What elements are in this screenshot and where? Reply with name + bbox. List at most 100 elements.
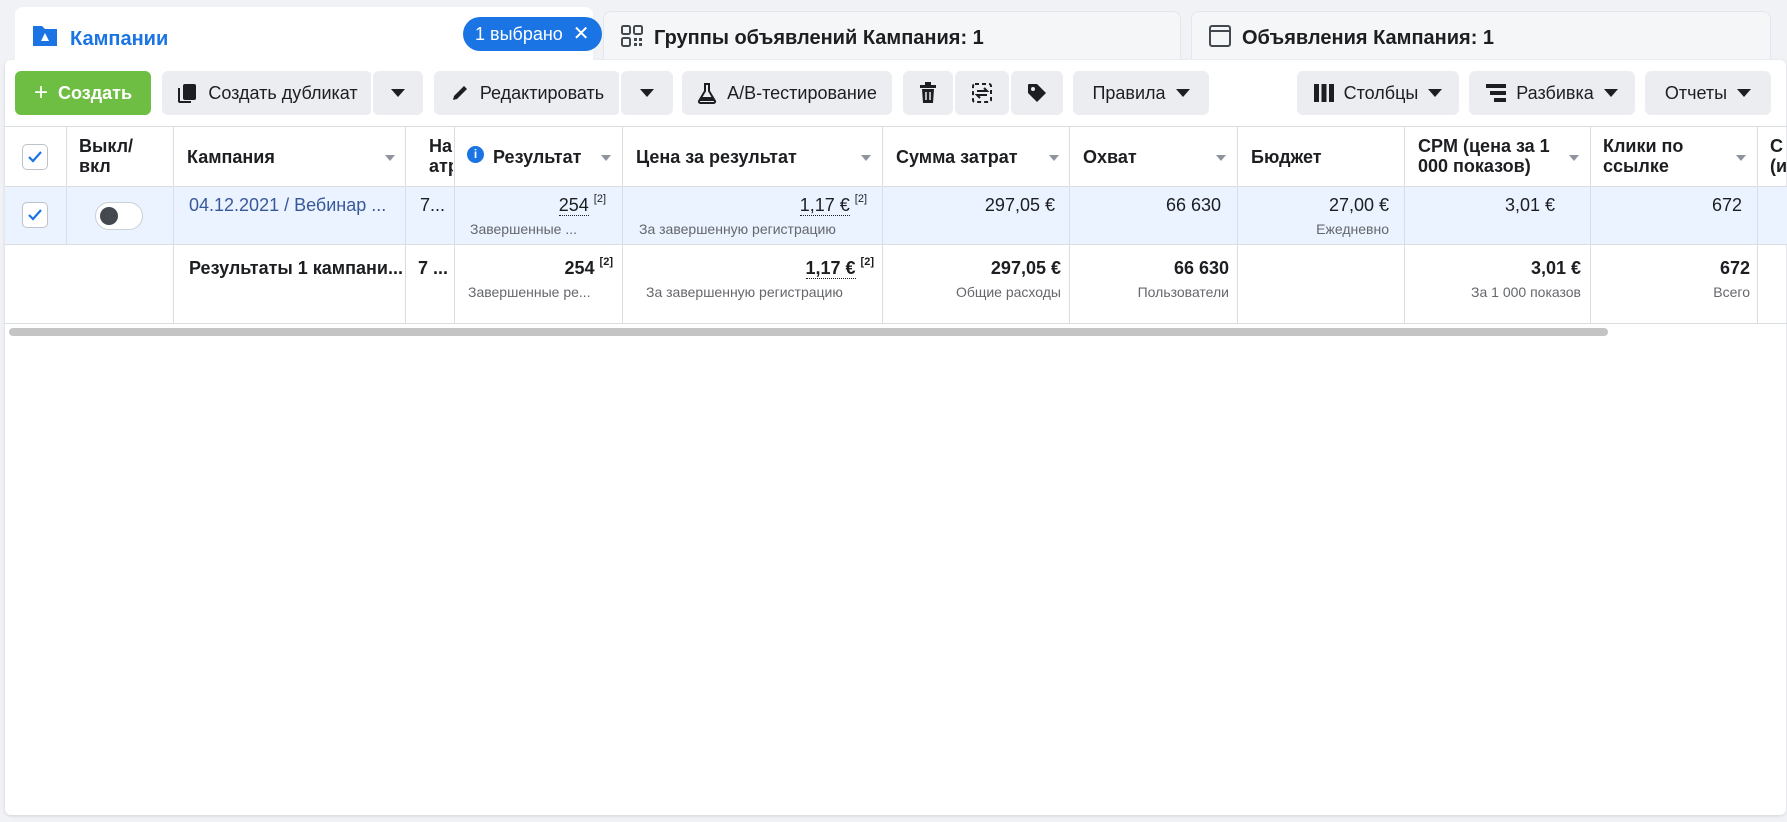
header-next-column[interactable]: С (и	[1770, 136, 1786, 176]
compare-button[interactable]	[955, 71, 1009, 115]
row-result-footnote: [2]	[593, 193, 606, 205]
summary-cost: 1,17 € [2]	[805, 256, 874, 279]
summary-label: Результаты 1 кампани...	[189, 258, 403, 278]
ab-test-label: A/B-тестирование	[727, 82, 877, 103]
campaign-status-toggle[interactable]	[95, 202, 143, 230]
sort-caret-icon[interactable]	[1569, 155, 1579, 161]
summary-cpm: 3,01 €	[1530, 258, 1581, 278]
horizontal-scrollbar[interactable]	[9, 328, 1608, 336]
row-cost-footnote: [2]	[854, 193, 867, 205]
reports-button[interactable]: Отчеты	[1645, 71, 1771, 115]
breakdown-icon	[1486, 84, 1507, 102]
duplicate-icon	[178, 84, 197, 103]
header-cpm[interactable]: CPM (цена за 1 000 показов)	[1418, 136, 1550, 176]
edit-button[interactable]: Редактировать	[434, 71, 620, 115]
header-cost-per-result[interactable]: Цена за результат	[636, 147, 797, 167]
header-attr-line1: На	[429, 136, 453, 156]
summary-reach: 66 630	[1173, 258, 1229, 278]
header-toggle-line1: Выкл/	[79, 136, 134, 156]
delete-button[interactable]	[903, 71, 953, 115]
row-divider	[5, 244, 1787, 245]
duplicate-button[interactable]: Создать дубликат	[162, 71, 372, 115]
row-checkbox[interactable]	[22, 202, 48, 228]
selected-count-pill[interactable]: 1 выбрано ✕	[463, 17, 602, 51]
row-budget[interactable]: 27,00 €	[1329, 195, 1389, 216]
sort-caret-icon[interactable]	[861, 155, 871, 161]
chevron-down-icon	[640, 89, 654, 97]
campaign-name-link[interactable]: 04.12.2021 / Вебинар ...	[189, 195, 386, 216]
row-cost-value: 1,17 €	[799, 195, 850, 216]
tab-campaigns[interactable]: Кампании 1 выбрано ✕	[15, 7, 602, 67]
plus-icon: +	[33, 79, 48, 106]
col-divider	[173, 126, 174, 323]
info-icon[interactable]: i	[467, 146, 484, 163]
summary-result: 254 [2]	[565, 256, 614, 279]
header-divider	[5, 186, 1787, 187]
header-attribution[interactable]: На атр	[429, 136, 453, 176]
header-result[interactable]: Результат	[493, 147, 581, 167]
header-link-clicks[interactable]: Клики по ссылке	[1603, 136, 1683, 176]
col-divider	[1404, 126, 1405, 323]
check-icon	[28, 151, 42, 163]
row-result: 254 [2]	[558, 193, 606, 216]
header-attr-line2: атр	[429, 156, 453, 176]
summary-cpm-sub: За 1 000 показов	[1471, 284, 1581, 300]
trash-icon	[920, 82, 936, 103]
row-link-clicks: 672	[1711, 195, 1742, 215]
breakdown-label: Разбивка	[1516, 82, 1594, 103]
summary-result-footnote: [2]	[599, 256, 613, 268]
summary-link-clicks-sub: Всего	[1713, 284, 1750, 300]
sort-caret-icon[interactable]	[1216, 155, 1226, 161]
row-attribution: 7...	[420, 195, 446, 215]
header-campaign[interactable]: Кампания	[187, 147, 275, 167]
header-next-line2: (и	[1770, 156, 1786, 176]
summary-result-sub: Завершенные ре...	[468, 284, 591, 300]
col-divider	[1069, 126, 1070, 323]
summary-cost-footnote: [2]	[860, 256, 874, 268]
sort-caret-icon[interactable]	[385, 155, 395, 161]
select-all-checkbox[interactable]	[22, 144, 48, 170]
header-spend[interactable]: Сумма затрат	[896, 147, 1018, 167]
sort-caret-icon[interactable]	[1736, 155, 1746, 161]
chevron-down-icon	[1603, 89, 1618, 97]
col-divider	[882, 126, 883, 323]
tag-button[interactable]	[1011, 71, 1063, 115]
col-divider	[454, 126, 455, 323]
sort-caret-icon[interactable]	[1049, 155, 1059, 161]
row-result-sub: Завершенные ...	[470, 221, 577, 237]
edit-menu-button[interactable]	[621, 71, 673, 115]
header-clicks-line2: ссылке	[1603, 156, 1669, 176]
duplicate-menu-button[interactable]	[373, 71, 423, 115]
row-cost-sub: За завершенную регистрацию	[639, 221, 836, 237]
summary-reach-sub: Пользователи	[1137, 284, 1229, 300]
header-clicks-line1: Клики по	[1603, 136, 1684, 156]
table-bottom-border	[5, 323, 1787, 324]
col-divider	[1757, 126, 1758, 323]
row-budget-sub: Ежедневно	[1316, 221, 1389, 237]
header-toggle-line2: вкл	[79, 156, 111, 176]
columns-button[interactable]: Столбцы	[1297, 71, 1459, 115]
tab-ads[interactable]: Объявления Кампания: 1	[1191, 11, 1771, 59]
swap-icon	[972, 83, 992, 103]
duplicate-label: Создать дубликат	[208, 82, 358, 103]
ab-test-button[interactable]: A/B-тестирование	[682, 71, 892, 115]
breakdown-button[interactable]: Разбивка	[1469, 71, 1635, 115]
chevron-down-icon	[391, 89, 405, 97]
campaign-folder-icon	[33, 26, 57, 46]
pencil-icon	[452, 86, 467, 100]
col-divider	[405, 126, 406, 323]
header-reach[interactable]: Охват	[1083, 147, 1137, 167]
header-next-line1: С	[1770, 136, 1783, 156]
summary-spend-sub: Общие расходы	[955, 284, 1061, 300]
chevron-down-icon	[1175, 89, 1190, 97]
header-budget[interactable]: Бюджет	[1251, 147, 1322, 167]
chevron-down-icon	[1428, 89, 1443, 97]
flask-icon	[698, 83, 717, 104]
tab-adsets[interactable]: Группы объявлений Кампания: 1	[603, 11, 1181, 59]
create-button[interactable]: + Создать	[15, 71, 151, 115]
rules-button[interactable]: Правила	[1073, 71, 1209, 115]
sort-caret-icon[interactable]	[601, 155, 611, 161]
create-label: Создать	[57, 82, 133, 103]
table-border	[5, 126, 1787, 127]
clear-selection-icon[interactable]: ✕	[573, 24, 590, 44]
